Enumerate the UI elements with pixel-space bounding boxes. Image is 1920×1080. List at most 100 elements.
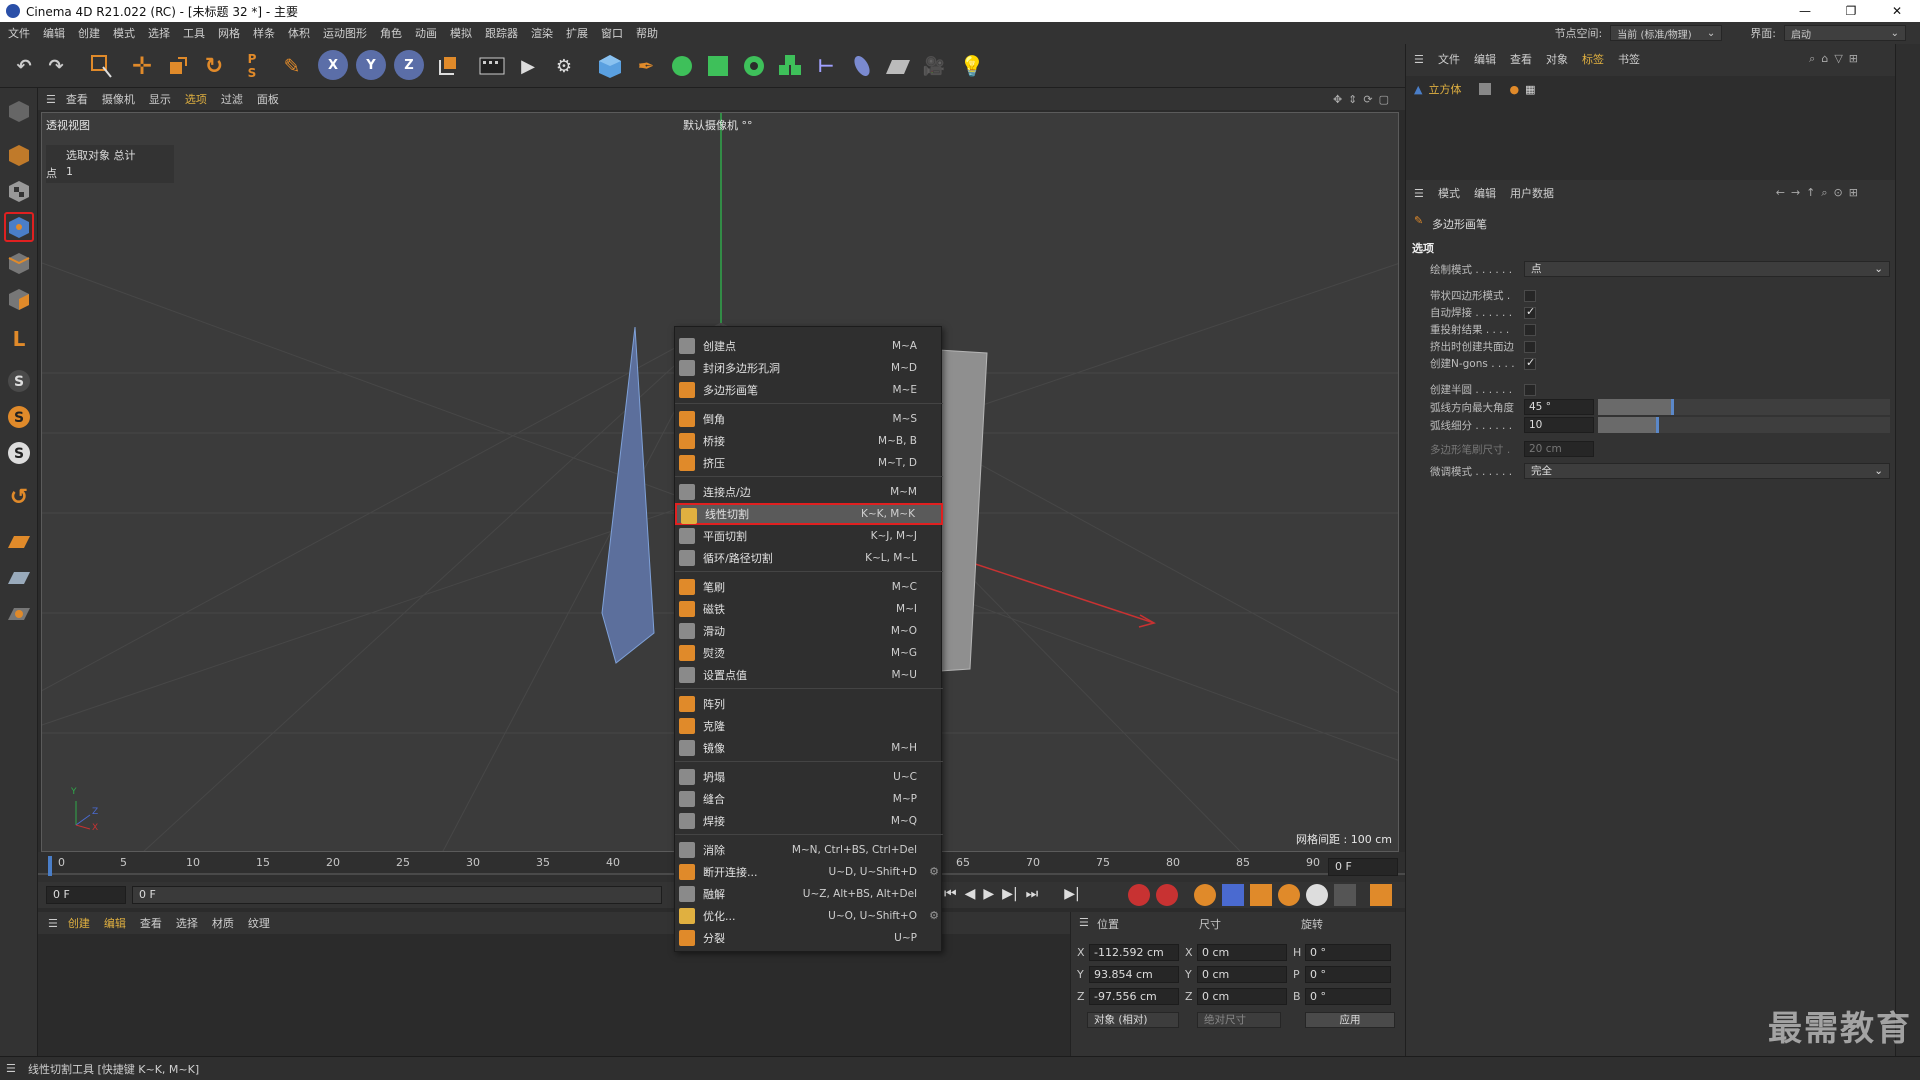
live-select-icon[interactable] bbox=[86, 50, 118, 82]
cloner-icon[interactable] bbox=[738, 50, 770, 82]
hamburger-icon[interactable]: ☰ bbox=[6, 1062, 16, 1075]
menu-volume[interactable]: 体积 bbox=[288, 25, 310, 41]
snap-settings-icon[interactable]: S bbox=[4, 402, 34, 432]
menu-animate[interactable]: 动画 bbox=[415, 25, 437, 41]
context-menu-item[interactable]: 封闭多边形孔洞 M~D bbox=[675, 357, 943, 379]
menu-file[interactable]: 文件 bbox=[8, 25, 30, 41]
menu-edit[interactable]: 编辑 bbox=[43, 25, 65, 41]
viewport-menu-filter[interactable]: 过滤 bbox=[221, 91, 243, 107]
context-menu-item[interactable]: 分裂 U~P bbox=[675, 927, 943, 949]
render-settings-icon[interactable]: ⚙ bbox=[548, 50, 580, 82]
z-axis-lock-icon[interactable]: Z bbox=[394, 50, 424, 80]
coplanar-edges-checkbox[interactable] bbox=[1524, 341, 1536, 353]
tweak-mode-icon[interactable]: ↺ bbox=[4, 482, 34, 512]
planar-workplane-icon[interactable] bbox=[4, 598, 34, 628]
current-frame-field[interactable]: 0 F bbox=[1328, 858, 1398, 876]
hamburger-icon[interactable]: ☰ bbox=[1079, 916, 1089, 929]
goto-start-icon[interactable]: ⏮ bbox=[944, 886, 957, 902]
redo-icon[interactable]: ↷ bbox=[40, 50, 72, 82]
menu-window[interactable]: 窗口 bbox=[601, 25, 623, 41]
object-name[interactable]: 立方体 bbox=[1428, 81, 1461, 97]
key-rotation-icon[interactable] bbox=[1278, 884, 1300, 906]
menu-mode[interactable]: 模式 bbox=[113, 25, 135, 41]
object-menu-edit[interactable]: 编辑 bbox=[1474, 51, 1496, 67]
rotation-h-field[interactable]: 0 ° bbox=[1305, 944, 1391, 961]
points-mode-icon[interactable] bbox=[4, 212, 34, 242]
timeline-window-icon[interactable] bbox=[1370, 884, 1392, 906]
move-tool-icon[interactable]: ✛ bbox=[126, 50, 158, 82]
rotate-tool-icon[interactable]: ↻ bbox=[198, 50, 230, 82]
texture-mode-icon[interactable] bbox=[4, 176, 34, 206]
autokey-icon[interactable] bbox=[1156, 884, 1178, 906]
context-menu-item[interactable]: 消除 M~N, Ctrl+BS, Ctrl+Del bbox=[675, 839, 943, 861]
attr-nav-icons[interactable]: ←→↑⌕⊙⊞ bbox=[1776, 186, 1864, 200]
arc-subdiv-field[interactable]: 10 bbox=[1524, 417, 1594, 433]
light-icon[interactable]: 💡 bbox=[956, 50, 988, 82]
y-axis-lock-icon[interactable]: Y bbox=[356, 50, 386, 80]
object-menu-file[interactable]: 文件 bbox=[1438, 51, 1460, 67]
object-search-icons[interactable]: ⌕⌂▽⊞ bbox=[1809, 52, 1864, 66]
cube-object-icon[interactable] bbox=[594, 50, 626, 82]
attr-menu-mode[interactable]: 模式 bbox=[1438, 185, 1460, 201]
floor-object-icon[interactable] bbox=[882, 50, 914, 82]
size-x-field[interactable]: 0 cm bbox=[1197, 944, 1287, 961]
menu-select[interactable]: 选择 bbox=[148, 25, 170, 41]
coord-size-dropdown[interactable]: 绝对尺寸 bbox=[1197, 1012, 1281, 1028]
start-frame-field[interactable]: 0 F bbox=[46, 886, 126, 904]
coordinate-system-icon[interactable] bbox=[432, 50, 464, 82]
camera-icon[interactable]: 🎥 bbox=[918, 50, 950, 82]
viewport-nav-icons[interactable]: ✥⇕⟳▢ bbox=[1333, 93, 1395, 106]
render-view-icon[interactable] bbox=[476, 50, 508, 82]
close-button[interactable]: ✕ bbox=[1874, 0, 1920, 22]
apply-button[interactable]: 应用 bbox=[1305, 1012, 1395, 1028]
render-to-picture-viewer-icon[interactable]: ▶ bbox=[512, 50, 544, 82]
restore-button[interactable]: ❐ bbox=[1828, 0, 1874, 22]
next-frame-icon[interactable]: ▶| bbox=[1002, 886, 1017, 902]
material-menu-edit[interactable]: 编辑 bbox=[104, 915, 126, 931]
brush-size-field[interactable]: 20 cm bbox=[1524, 441, 1594, 457]
viewport-menu-options[interactable]: 选项 bbox=[185, 91, 207, 107]
viewport-menu-display[interactable]: 显示 bbox=[149, 91, 171, 107]
model-mode-icon[interactable] bbox=[4, 140, 34, 170]
object-menu-object[interactable]: 对象 bbox=[1546, 51, 1568, 67]
reproject-checkbox[interactable] bbox=[1524, 324, 1536, 336]
position-x-field[interactable]: -112.592 cm bbox=[1089, 944, 1179, 961]
material-menu-texture[interactable]: 纹理 bbox=[248, 915, 270, 931]
viewport-menu-camera[interactable]: 摄像机 bbox=[102, 91, 135, 107]
phong-tag-icon[interactable]: ● bbox=[1509, 83, 1519, 96]
context-menu-item[interactable]: 连接点/边 M~M bbox=[675, 481, 943, 503]
material-menu-select[interactable]: 选择 bbox=[176, 915, 198, 931]
context-menu-item[interactable]: 多边形画笔 M~E bbox=[675, 379, 943, 401]
context-menu-item[interactable]: 缝合 M~P bbox=[675, 788, 943, 810]
key-pla-icon[interactable] bbox=[1334, 884, 1356, 906]
object-row-cube[interactable]: ▲ 立方体 ● ▦ bbox=[1414, 80, 1535, 98]
minimize-button[interactable]: — bbox=[1782, 0, 1828, 22]
material-menu-create[interactable]: 创建 bbox=[68, 915, 90, 931]
key-selection-icon[interactable] bbox=[1194, 884, 1216, 906]
deformer-icon[interactable] bbox=[774, 50, 806, 82]
right-side-tabs[interactable] bbox=[1895, 44, 1920, 1056]
frame-range-field[interactable]: 0 F bbox=[132, 886, 662, 904]
hamburger-icon[interactable]: ☰ bbox=[1414, 187, 1424, 200]
object-menu-bookmarks[interactable]: 书签 bbox=[1618, 51, 1640, 67]
gear-icon[interactable]: ⚙ bbox=[929, 909, 939, 922]
arc-subdiv-slider-knob[interactable] bbox=[1656, 417, 1660, 433]
hamburger-icon[interactable]: ☰ bbox=[48, 917, 58, 930]
arc-subdiv-slider[interactable] bbox=[1598, 417, 1890, 433]
coord-mode-dropdown[interactable]: 对象 (相对) bbox=[1087, 1012, 1179, 1028]
undo-icon[interactable]: ↶ bbox=[8, 50, 40, 82]
context-menu-item[interactable]: 阵列 bbox=[675, 693, 943, 715]
context-menu-item[interactable]: 滑动 M~O bbox=[675, 620, 943, 642]
menu-create[interactable]: 创建 bbox=[78, 25, 100, 41]
attr-menu-edit[interactable]: 编辑 bbox=[1474, 185, 1496, 201]
prev-frame-icon[interactable]: ◀ bbox=[965, 886, 976, 902]
context-menu-item[interactable]: 挤压 M~T, D bbox=[675, 452, 943, 474]
material-menu-material[interactable]: 材质 bbox=[212, 915, 234, 931]
snap-icon[interactable]: S bbox=[4, 366, 34, 396]
context-menu-item[interactable]: 镜像 M~H bbox=[675, 737, 943, 759]
context-menu-item[interactable]: 熨烫 M~G bbox=[675, 642, 943, 664]
context-menu-item[interactable]: 坍塌 U~C bbox=[675, 766, 943, 788]
record-key-icon[interactable] bbox=[1128, 884, 1150, 906]
workplane-icon[interactable] bbox=[4, 526, 34, 556]
context-menu-item[interactable]: 桥接 M~B, B bbox=[675, 430, 943, 452]
